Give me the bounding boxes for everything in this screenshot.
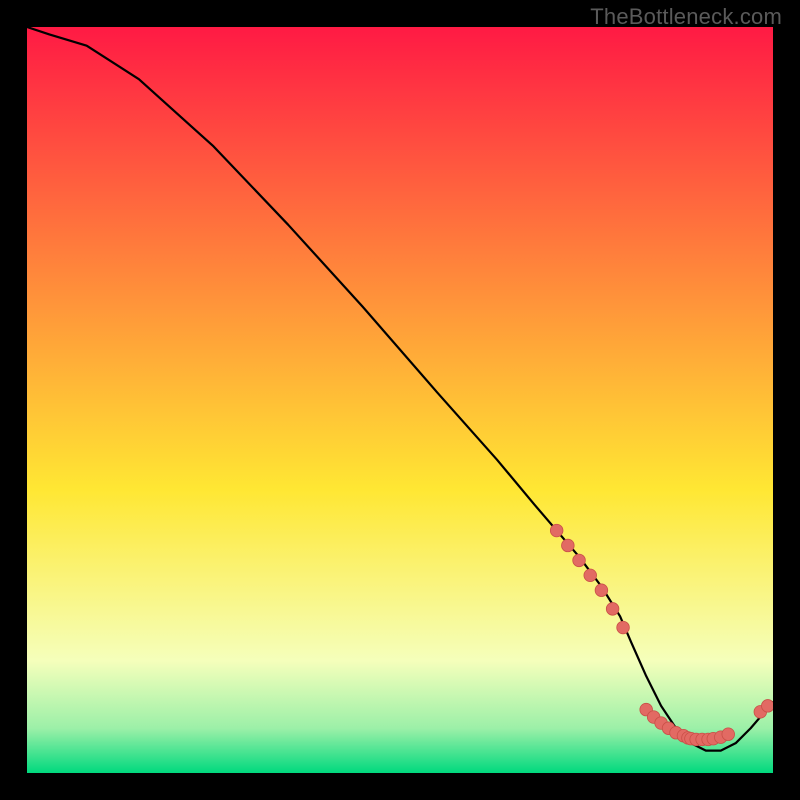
data-marker: [550, 524, 563, 537]
data-marker: [606, 603, 619, 616]
data-marker: [573, 554, 586, 567]
data-marker: [722, 728, 735, 741]
plot-area: [27, 27, 773, 773]
data-marker: [595, 584, 608, 597]
data-marker: [761, 700, 773, 713]
data-marker: [584, 569, 597, 582]
data-marker: [562, 539, 575, 552]
chart-frame: TheBottleneck.com: [0, 0, 800, 800]
data-marker: [617, 621, 630, 634]
bottleneck-chart: [27, 27, 773, 773]
chart-background-gradient: [27, 27, 773, 773]
